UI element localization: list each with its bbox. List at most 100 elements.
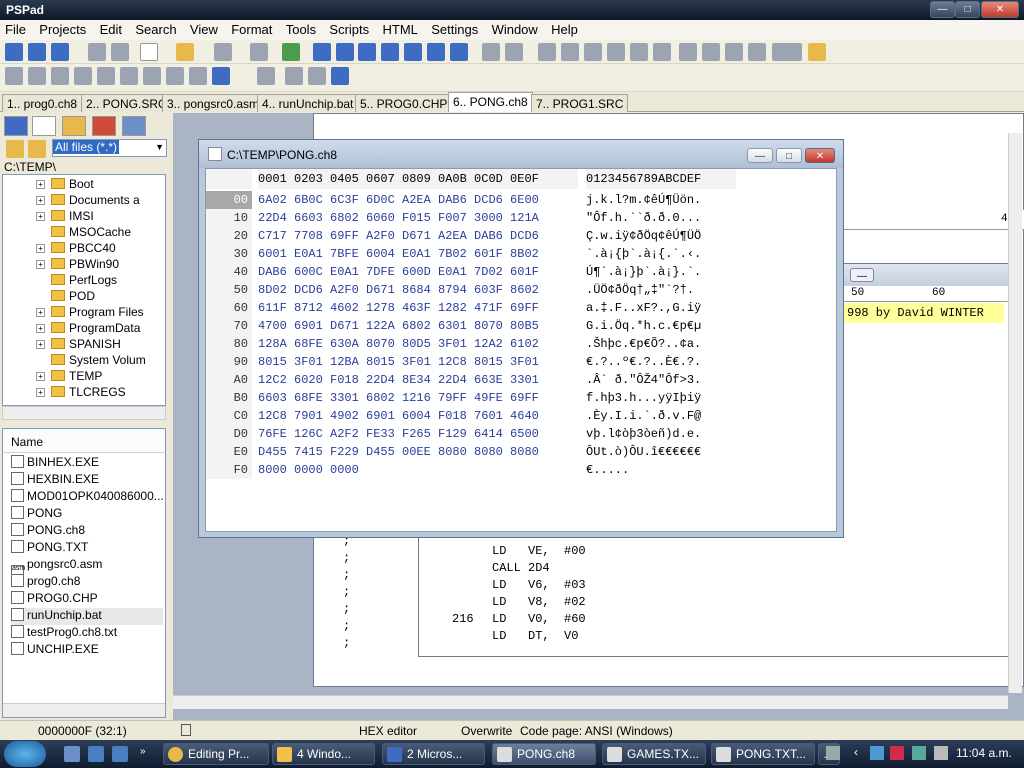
menu-projects[interactable]: Projects — [34, 20, 91, 39]
tab-prog0-ch8[interactable]: 1.. prog0.ch8 — [2, 94, 83, 112]
braces-icon[interactable] — [381, 43, 399, 61]
replace-icon[interactable] — [336, 43, 354, 61]
hex-bytes[interactable]: 128A 68FE 630A 8070 80D5 3F01 12A2 6102 — [258, 335, 539, 353]
goto-icon[interactable] — [404, 43, 422, 61]
paste-icon[interactable] — [584, 43, 602, 61]
horizontal-scrollbar[interactable] — [173, 695, 1008, 709]
tree-item[interactable]: + TLCREGS — [36, 385, 126, 401]
hex-row[interactable]: 00 6A02 6B0C 6C3F 6D0C A2EA DAB6 DCD6 6E0… — [206, 191, 836, 209]
hex-bytes[interactable]: 12C2 6020 F018 22D4 8E34 22D4 663E 3301 — [258, 371, 539, 389]
tree-item[interactable]: PerfLogs — [51, 273, 117, 289]
menu-settings[interactable]: Settings — [426, 20, 483, 39]
refresh-folder-icon[interactable] — [6, 140, 24, 158]
copy-icon[interactable] — [561, 43, 579, 61]
hex-view[interactable]: 0001 0203 0405 0607 0809 0A0B 0C0D 0E0F … — [205, 168, 837, 532]
hex-bytes[interactable]: 8015 3F01 12BA 8015 3F01 12C8 8015 3F01 — [258, 353, 539, 371]
html-style-icon[interactable] — [51, 67, 69, 85]
ascii-bytes[interactable]: €.?..º€.?..È€.?. — [586, 353, 701, 371]
menu-window[interactable]: Window — [487, 20, 543, 39]
ascii-bytes[interactable]: .ÜÖ¢ðÖq†„‡"`?†. — [586, 281, 694, 299]
tray-expand-icon[interactable]: ‹ — [854, 745, 858, 759]
tree-item[interactable]: + Program Files — [36, 305, 144, 321]
select-all-icon[interactable] — [630, 43, 648, 61]
list-item[interactable]: HEXBIN.EXE — [11, 472, 163, 489]
child-minimize-button[interactable]: — — [850, 268, 874, 282]
clock[interactable]: 11:04 a.m. — [956, 746, 1012, 760]
status-overwrite[interactable]: Overwrite — [461, 724, 512, 738]
tree-item[interactable]: + Documents a — [36, 193, 140, 209]
code-icon[interactable] — [358, 43, 376, 61]
menu-tools[interactable]: Tools — [281, 20, 321, 39]
hex-row[interactable]: 80 128A 68FE 630A 8070 80D5 3F01 12A2 610… — [206, 335, 836, 353]
expand-icon[interactable]: + — [36, 212, 45, 221]
indent-icon[interactable] — [679, 43, 697, 61]
hex-bytes[interactable]: 76FE 126C A2F2 FE33 F265 F129 6414 6500 — [258, 425, 539, 443]
spell-icon[interactable] — [772, 43, 802, 61]
menu-file[interactable]: File — [0, 20, 31, 39]
network-icon[interactable] — [870, 746, 884, 760]
taskbar-item-word[interactable]: 2 Micros... — [382, 743, 485, 765]
ascii-bytes[interactable]: .Â` ð."ÔŽ4"Ôf>3. — [586, 371, 701, 389]
bookmark-next-icon[interactable] — [450, 43, 468, 61]
list-hscrollbar[interactable] — [3, 703, 165, 717]
uncomment-icon[interactable] — [725, 43, 743, 61]
project-icon[interactable] — [5, 43, 23, 61]
hex-row[interactable]: 50 8D02 DCD6 A2F0 D671 8684 8794 603F 860… — [206, 281, 836, 299]
expand-icon[interactable]: + — [36, 196, 45, 205]
html-color-icon[interactable] — [285, 67, 303, 85]
hex-row[interactable]: C0 12C8 7901 4902 6901 6004 F018 7601 464… — [206, 407, 836, 425]
hex-row[interactable]: F0 8000 0000 0000 €..... — [206, 461, 836, 479]
favorites-tab-icon[interactable] — [92, 116, 116, 136]
block-icon[interactable] — [748, 43, 766, 61]
clipboard-icon[interactable] — [653, 43, 671, 61]
hex-row[interactable]: 90 8015 3F01 12BA 8015 3F01 12C8 8015 3F0… — [206, 353, 836, 371]
expand-icon[interactable]: + — [36, 244, 45, 253]
hex-row[interactable]: 30 6001 E0A1 7BFE 6004 E0A1 7B02 601F 8B0… — [206, 245, 836, 263]
menu-help[interactable]: Help — [546, 20, 583, 39]
expand-icon[interactable]: + — [36, 180, 45, 189]
projects-tab-icon[interactable] — [4, 116, 28, 136]
hex-bytes[interactable]: D455 7415 F229 D455 00EE 8080 8080 8080 — [258, 443, 539, 461]
maximize-button[interactable]: □ — [955, 1, 980, 18]
start-button[interactable] — [4, 741, 46, 767]
hex-row[interactable]: 20 C717 7708 69FF A2F0 D671 A2EA DAB6 DCD… — [206, 227, 836, 245]
html-validate-icon[interactable] — [143, 67, 161, 85]
hex-editor-window[interactable]: C:\TEMP\PONG.ch8 — □ ✕ 0001 0203 0405 06… — [198, 139, 844, 538]
wifi-icon[interactable] — [912, 746, 926, 760]
hex-bytes[interactable]: 4700 6901 D671 122A 6802 6301 8070 80B5 — [258, 317, 539, 335]
hex-bytes[interactable]: 6001 E0A1 7BFE 6004 E0A1 7B02 601F 8B02 — [258, 245, 539, 263]
glasses-icon[interactable] — [257, 67, 275, 85]
comment-icon[interactable] — [702, 43, 720, 61]
open-project-icon[interactable] — [28, 43, 46, 61]
tab-pong-ch8[interactable]: 6.. PONG.ch8 — [448, 92, 533, 112]
html-settings-icon[interactable] — [189, 67, 207, 85]
keyboard-icon[interactable] — [826, 746, 840, 760]
hex-row[interactable]: 10 22D4 6603 6802 6060 F015 F007 3000 121… — [206, 209, 836, 227]
volume-icon[interactable] — [934, 746, 948, 760]
status-codepage[interactable]: Code page: ANSI (Windows) — [520, 724, 673, 738]
tab-prog0-chp[interactable]: 5.. PROG0.CHP — [355, 94, 453, 112]
ascii-bytes[interactable]: j.k.l?m.¢êÚ¶Üön. — [586, 191, 701, 209]
ascii-bytes[interactable]: €..... — [586, 461, 629, 479]
ascii-bytes[interactable]: Ç.w.iÿ¢ðÖq¢êÚ¶ÜÖ — [586, 227, 701, 245]
list-item[interactable]: prog0.ch8 — [11, 574, 163, 591]
folder-tab-icon[interactable] — [32, 116, 56, 136]
ascii-bytes[interactable]: .Šhþc.€p€Õ?..¢a. — [586, 335, 701, 353]
pin-icon[interactable] — [808, 43, 826, 61]
expand-icon[interactable]: + — [36, 388, 45, 397]
show-desktop-icon[interactable] — [64, 746, 80, 762]
delete-icon[interactable] — [607, 43, 625, 61]
html-image-icon[interactable] — [308, 67, 326, 85]
tree-item[interactable]: + PBCC40 — [36, 241, 116, 257]
html-tag-icon[interactable] — [5, 67, 23, 85]
browser-icon[interactable] — [331, 67, 349, 85]
hex-row[interactable]: 60 611F 8712 4602 1278 463F 1282 471F 69F… — [206, 299, 836, 317]
tree-item[interactable]: + ProgramData — [36, 321, 140, 337]
tree-hscrollbar[interactable] — [2, 406, 166, 420]
ascii-bytes[interactable]: f.hþ3.h...yÿIþiÿ — [586, 389, 701, 407]
stop-icon[interactable] — [111, 43, 129, 61]
find-icon[interactable] — [313, 43, 331, 61]
hex-row[interactable]: E0 D455 7415 F229 D455 00EE 8080 8080 808… — [206, 443, 836, 461]
taskbar-item-pong-txt[interactable]: PONG.TXT... — [711, 743, 815, 765]
ascii-bytes[interactable]: vþ.l¢òþ3òeñ)d.e. — [586, 425, 701, 443]
